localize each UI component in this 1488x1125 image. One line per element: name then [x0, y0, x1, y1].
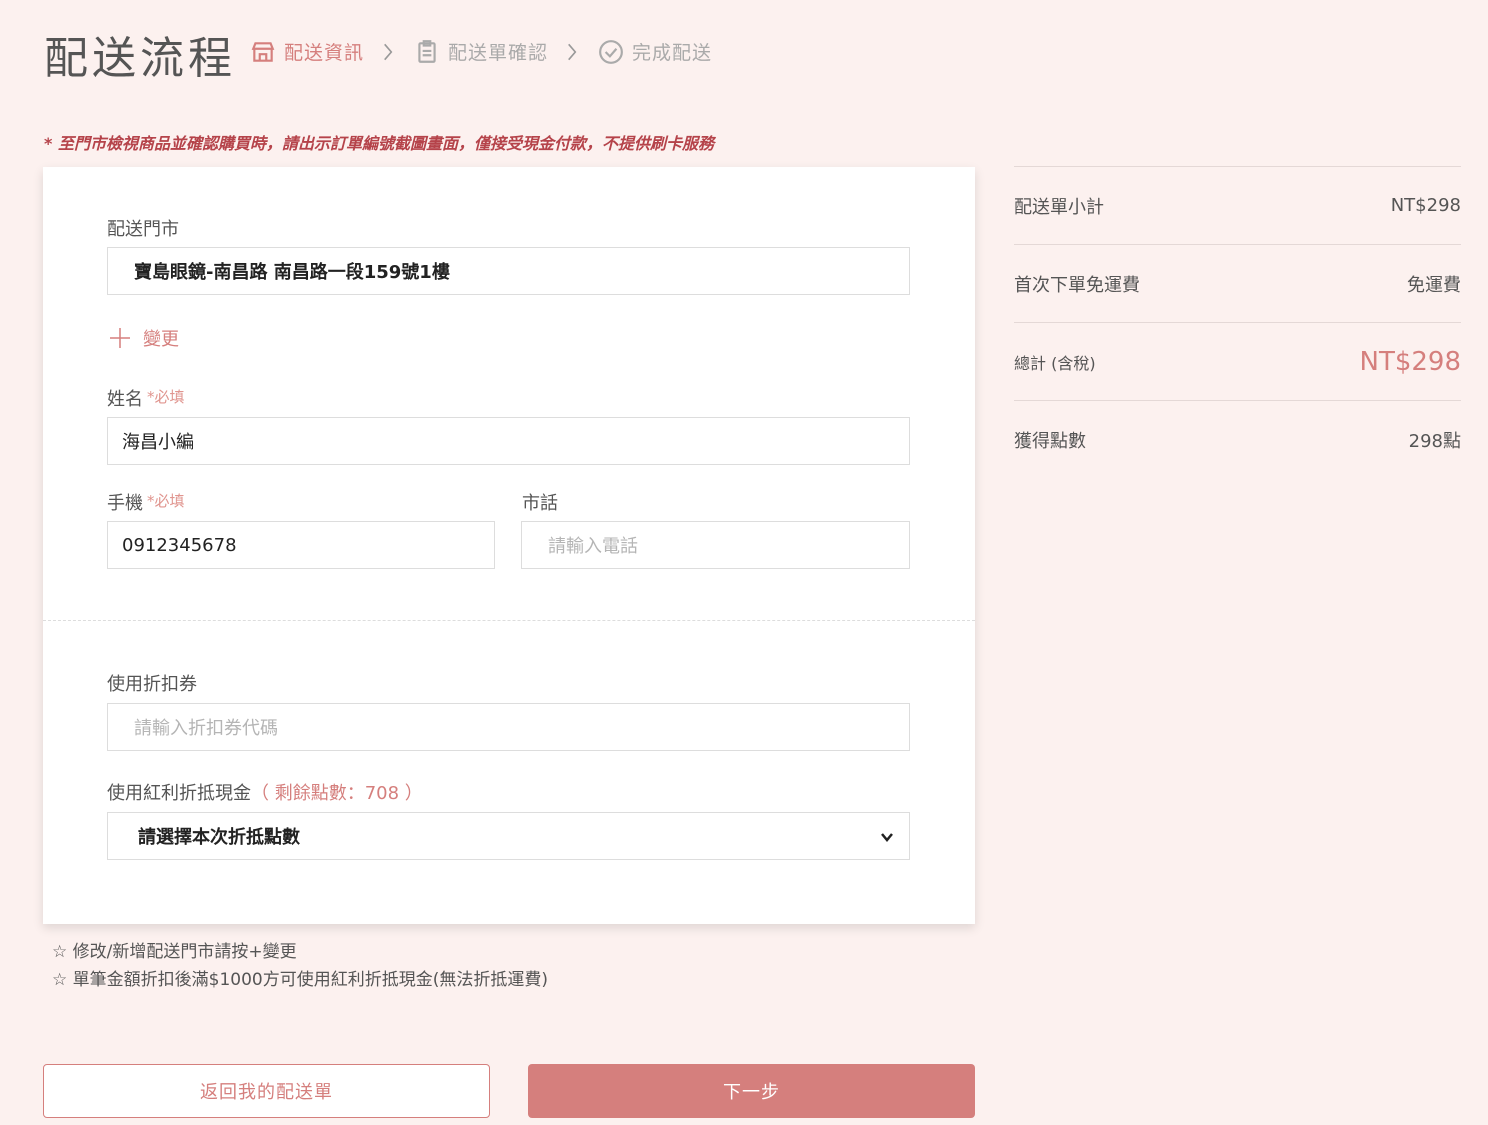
coupon-label: 使用折扣券: [107, 674, 197, 695]
plus-icon: [110, 328, 130, 348]
progress-steps: 配送資訊 配送單確認 完成配送: [250, 38, 712, 65]
name-label: 姓名 *必填: [107, 385, 185, 411]
store-field[interactable]: 寶島眼鏡-南昌路 南昌路一段159號1樓: [107, 247, 910, 295]
check-circle-icon: [599, 39, 623, 64]
chevron-down-icon: [881, 833, 893, 842]
name-label-text: 姓名: [107, 389, 143, 410]
bonus-points-select[interactable]: 請選擇本次折抵點數: [107, 812, 910, 860]
change-store-button[interactable]: 變更: [109, 325, 179, 351]
required-tag: *必填: [147, 492, 185, 510]
payment-notice: * 至門市檢視商品並確認購買時，請出示訂單編號截圖畫面，僅接受現金付款，不提供刷…: [44, 134, 714, 153]
phone-input[interactable]: 請輸入電話: [521, 521, 910, 569]
points-label: 獲得點數: [1014, 430, 1086, 452]
back-button[interactable]: 返回我的配送單: [43, 1064, 490, 1118]
shipping-value: 免運費: [1407, 274, 1461, 296]
subtotal-row: 配送單小計 NT$298: [1014, 166, 1461, 244]
shipping-form-card: 配送門市 寶島眼鏡-南昌路 南昌路一段159號1樓 變更 姓名 *必填 海昌小編 …: [43, 167, 975, 924]
mobile-label: 手機 *必填: [107, 489, 185, 515]
points-value: 298點: [1408, 430, 1461, 452]
chevron-right-icon: [382, 39, 396, 65]
points-row: 獲得點數 298點: [1014, 400, 1461, 478]
coupon-input[interactable]: 請輸入折扣券代碼: [107, 703, 910, 751]
step-confirm: 配送單確認: [414, 38, 548, 65]
step-label: 配送資訊: [284, 42, 365, 64]
section-divider: [43, 620, 975, 621]
mobile-input[interactable]: 0912345678: [107, 521, 495, 569]
change-label: 變更: [143, 329, 179, 350]
bonus-label-text: 使用紅利折抵現金: [107, 783, 251, 804]
bonus-label: 使用紅利折抵現金（ 剩餘點數：708 ）: [107, 779, 423, 805]
step-label: 完成配送: [632, 42, 713, 64]
next-button[interactable]: 下一步: [528, 1064, 975, 1118]
footnotes: ☆ 修改/新增配送門市請按+變更 ☆ 單筆金額折扣後滿$1000方可使用紅利折抵…: [52, 938, 548, 994]
store-icon: [251, 41, 275, 62]
total-value: NT$298: [1359, 346, 1462, 377]
order-summary: 配送單小計 NT$298 首次下單免運費 免運費 總計 (含稅) NT$298 …: [1014, 166, 1461, 478]
subtotal-value: NT$298: [1390, 195, 1461, 216]
step-label: 配送單確認: [448, 42, 549, 64]
required-tag: *必填: [147, 388, 185, 406]
page-title: 配送流程: [44, 33, 236, 84]
phone-label: 市話: [522, 493, 558, 514]
shipping-row: 首次下單免運費 免運費: [1014, 244, 1461, 322]
total-label: 總計 (含稅): [1014, 353, 1096, 373]
footnote: ☆ 修改/新增配送門市請按+變更: [52, 942, 297, 962]
step-complete: 完成配送: [598, 38, 712, 65]
store-label: 配送門市: [107, 219, 179, 240]
subtotal-label: 配送單小計: [1014, 196, 1104, 218]
shipping-label: 首次下單免運費: [1014, 274, 1140, 296]
select-value: 請選擇本次折抵點數: [138, 827, 300, 848]
footnote: ☆ 單筆金額折扣後滿$1000方可使用紅利折抵現金(無法折抵運費): [52, 970, 548, 990]
mobile-label-text: 手機: [107, 493, 143, 514]
step-shipping-info: 配送資訊: [250, 38, 364, 65]
chevron-right-icon: [566, 39, 580, 65]
clipboard-icon: [418, 39, 436, 63]
total-row: 總計 (含稅) NT$298: [1014, 322, 1461, 400]
name-input[interactable]: 海昌小編: [107, 417, 910, 465]
remaining-points: （ 剩餘點數：708 ）: [251, 783, 423, 804]
